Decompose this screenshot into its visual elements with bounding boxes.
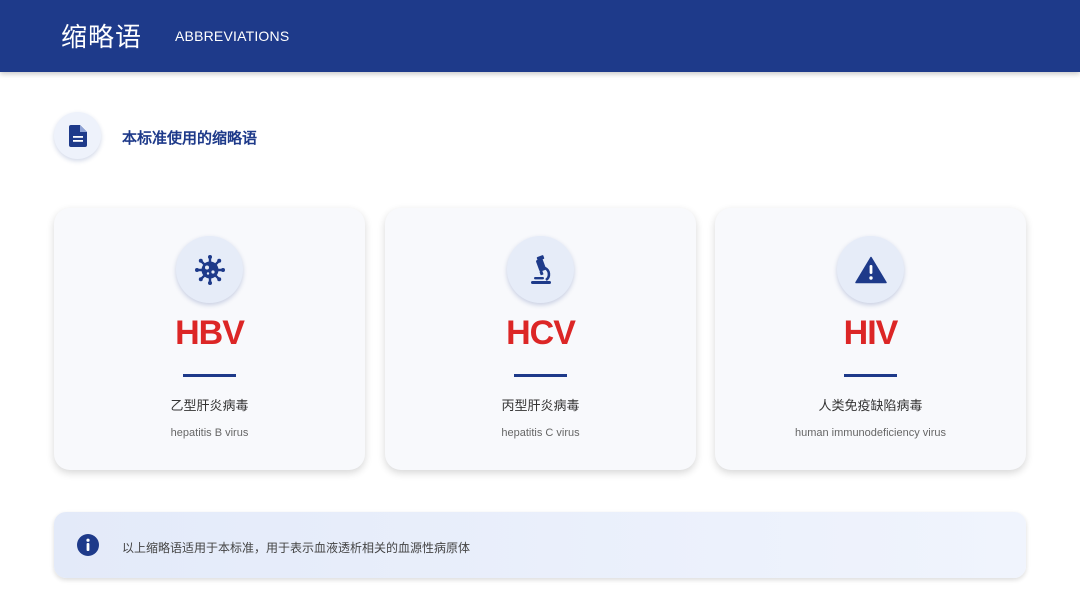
divider bbox=[183, 374, 236, 377]
document-icon bbox=[54, 112, 101, 159]
chinese-name: 乙型肝炎病毒 bbox=[170, 399, 249, 414]
abbreviation-card-hcv: HCV 丙型肝炎病毒 hepatitis C virus bbox=[385, 208, 696, 470]
divider bbox=[514, 374, 567, 377]
page-subtitle: ABBREVIATIONS bbox=[175, 28, 290, 44]
virus-icon bbox=[176, 236, 243, 303]
abbreviation-code: HBV bbox=[175, 314, 245, 352]
note-bar: 以上缩略语适用于本标准，用于表示血液透析相关的血源性病原体 bbox=[54, 512, 1026, 578]
abbreviation-code: HCV bbox=[506, 314, 576, 352]
divider bbox=[844, 374, 897, 377]
header-bar: 缩略语 ABBREVIATIONS bbox=[0, 0, 1080, 72]
abbreviation-card-hbv: HBV 乙型肝炎病毒 hepatitis B virus bbox=[54, 208, 365, 470]
info-icon bbox=[77, 534, 99, 556]
chinese-name: 丙型肝炎病毒 bbox=[501, 399, 580, 414]
chinese-name: 人类免疫缺陷病毒 bbox=[818, 399, 923, 414]
section-title: 本标准使用的缩略语 bbox=[122, 129, 258, 147]
microscope-icon bbox=[507, 236, 574, 303]
note-text: 以上缩略语适用于本标准，用于表示血液透析相关的血源性病原体 bbox=[122, 541, 471, 555]
english-name: hepatitis B virus bbox=[170, 427, 249, 439]
warning-icon bbox=[837, 236, 904, 303]
abbreviation-card-hiv: HIV 人类免疫缺陷病毒 human immunodeficiency viru… bbox=[715, 208, 1026, 470]
page-title: 缩略语 bbox=[61, 23, 143, 53]
page: 缩略语 ABBREVIATIONS 本标准使用的缩略语 HBV 乙型肝炎病毒 h… bbox=[0, 0, 1080, 608]
abbreviation-code: HIV bbox=[843, 314, 899, 352]
english-name: human immunodeficiency virus bbox=[794, 427, 946, 439]
english-name: hepatitis C virus bbox=[501, 427, 580, 439]
